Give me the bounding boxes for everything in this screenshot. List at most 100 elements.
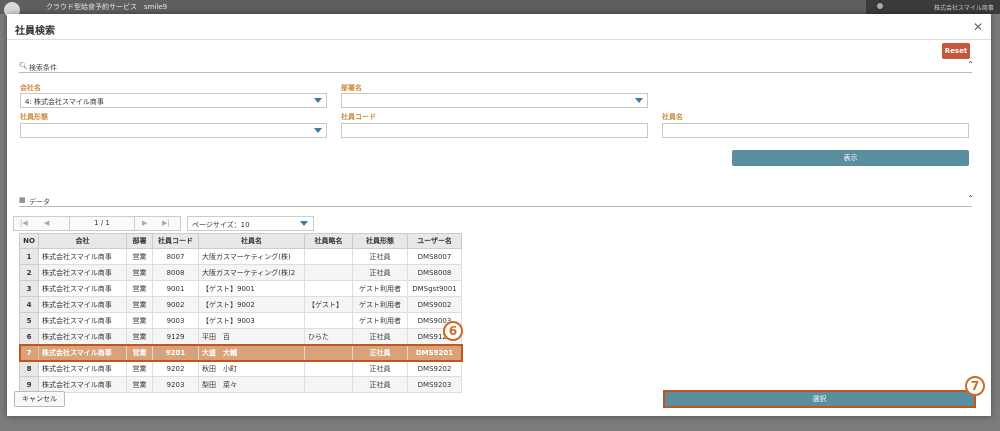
company-cell: 株式会社スマイル商事	[38, 248, 127, 265]
employee-name-cell: 【ゲスト】9002	[198, 296, 305, 313]
company-select[interactable]: 4: 株式会社スマイル商事	[20, 93, 327, 108]
employment-type-cell: 正社員	[352, 376, 408, 393]
department-cell: 営業	[126, 264, 153, 281]
column-header[interactable]: 社員名	[198, 233, 305, 249]
department-cell: 営業	[126, 248, 153, 265]
table-row[interactable]: 2 株式会社スマイル商事 営業 8008 大阪ガスマーケティング(株)2 正社員…	[19, 264, 462, 281]
employment-type-cell: 正社員	[352, 328, 408, 345]
short-name-cell	[304, 344, 353, 361]
table-row[interactable]: 3 株式会社スマイル商事 営業 9001 【ゲスト】9001 ゲスト利用者 DM…	[19, 280, 462, 297]
column-header[interactable]: NO	[19, 233, 39, 249]
step-6-callout: 6	[443, 321, 463, 341]
employee-table: NO 会社 部署 社員コード 社員名 社員略名 社員形態 ユーザー名 1 株式会…	[18, 233, 463, 393]
department-select[interactable]	[341, 93, 648, 108]
row-number: 4	[19, 296, 39, 313]
employee-code-input[interactable]	[341, 123, 648, 138]
column-header[interactable]: 会社	[38, 233, 127, 249]
department-cell: 営業	[126, 344, 153, 361]
username-cell: DMS9201	[407, 344, 462, 361]
employee-name-input[interactable]	[662, 123, 969, 138]
prev-page-icon[interactable]: ◀	[44, 219, 49, 227]
search-section-header[interactable]: 🔍︎ 検索条件 ⌃	[19, 60, 974, 73]
search-section-label: 検索条件	[29, 64, 57, 72]
column-header[interactable]: 社員形態	[352, 233, 408, 249]
employment-type-select[interactable]	[20, 123, 327, 138]
department-cell: 営業	[126, 376, 153, 393]
user-company: 株式会社スマイル商事	[934, 5, 994, 12]
short-name-cell	[304, 280, 353, 297]
page-size-value: ページサイズ：10	[192, 221, 250, 229]
pager: |◀ ◀ 1 / 1 ▶ ▶|	[13, 216, 181, 231]
department-cell: 営業	[126, 312, 153, 329]
row-number: 7	[19, 344, 39, 361]
search-icon: 🔍︎	[19, 62, 28, 70]
short-name-cell: 【ゲスト】	[304, 296, 353, 313]
company-cell: 株式会社スマイル商事	[38, 296, 127, 313]
company-cell: 株式会社スマイル商事	[38, 328, 127, 345]
app-title: クラウド型給食予約サービス smile9	[46, 3, 168, 11]
next-page-icon[interactable]: ▶	[142, 219, 147, 227]
employment-type-label: 社員形態	[20, 113, 48, 121]
table-row[interactable]: 5 株式会社スマイル商事 営業 9003 【ゲスト】9003 ゲスト利用者 DM…	[19, 312, 462, 329]
row-number: 1	[19, 248, 39, 265]
department-cell: 営業	[126, 296, 153, 313]
employee-code-cell: 9203	[152, 376, 199, 393]
employee-code-cell: 8008	[152, 264, 199, 281]
employee-code-cell: 9201	[152, 344, 199, 361]
employee-code-cell: 9003	[152, 312, 199, 329]
page-size-select[interactable]: ページサイズ：10	[187, 216, 314, 231]
column-header[interactable]: 社員コード	[152, 233, 199, 249]
data-section-header[interactable]: ▦ データ ⌃	[19, 194, 974, 207]
column-header[interactable]: 部署	[126, 233, 153, 249]
department-cell: 営業	[126, 280, 153, 297]
employment-type-cell: 正社員	[352, 248, 408, 265]
employee-name-cell: 大阪ガスマーケティング(株)	[198, 248, 305, 265]
company-label: 会社名	[20, 84, 41, 92]
short-name-cell	[304, 360, 353, 377]
employee-name-cell: 平田 百	[198, 328, 305, 345]
company-cell: 株式会社スマイル商事	[38, 312, 127, 329]
username-cell: DMS8008	[407, 264, 462, 281]
table-icon: ▦	[19, 196, 26, 204]
show-button[interactable]: 表示	[732, 150, 969, 166]
table-row[interactable]: 4 株式会社スマイル商事 営業 9002 【ゲスト】9002 【ゲスト】 ゲスト…	[19, 296, 462, 313]
username-cell: DMS9202	[407, 360, 462, 377]
username-cell: DMS9002	[407, 296, 462, 313]
employee-code-cell: 9002	[152, 296, 199, 313]
employee-name-cell: 大阪ガスマーケティング(株)2	[198, 264, 305, 281]
company-cell: 株式会社スマイル商事	[38, 360, 127, 377]
cancel-button[interactable]: キャンセル	[14, 391, 65, 407]
dropdown-caret-icon	[314, 98, 322, 103]
first-page-icon[interactable]: |◀	[20, 219, 28, 227]
employee-name-label: 社員名	[662, 113, 683, 121]
step-7-callout: 7	[965, 376, 985, 396]
company-cell: 株式会社スマイル商事	[38, 344, 127, 361]
dropdown-caret-icon	[635, 98, 643, 103]
dropdown-caret-icon	[314, 128, 322, 133]
table-row[interactable]: 6 株式会社スマイル商事 営業 9129 平田 百 ひらた 正社員 DMS912…	[19, 328, 462, 345]
close-icon[interactable]: ✕	[973, 20, 983, 34]
last-page-icon[interactable]: ▶|	[162, 219, 170, 227]
reset-button[interactable]: Reset	[942, 43, 970, 59]
company-cell: 株式会社スマイル商事	[38, 280, 127, 297]
table-row-selected[interactable]: 7 株式会社スマイル商事 営業 9201 大盛 大輔 正社員 DMS9201	[18, 343, 463, 362]
short-name-cell	[304, 264, 353, 281]
column-header[interactable]: 社員略名	[304, 233, 353, 249]
employee-name-cell: 秋田 小町	[198, 360, 305, 377]
table-row[interactable]: 1 株式会社スマイル商事 営業 8007 大阪ガスマーケティング(株) 正社員 …	[19, 248, 462, 265]
company-select-value: 4: 株式会社スマイル商事	[25, 98, 104, 106]
employment-type-cell: ゲスト利用者	[352, 296, 408, 313]
chevron-up-icon[interactable]: ⌃	[967, 194, 974, 203]
short-name-cell	[304, 248, 353, 265]
employee-code-cell: 9129	[152, 328, 199, 345]
select-button[interactable]: 選択	[663, 390, 976, 408]
table-row[interactable]: 9 株式会社スマイル商事 営業 9203 梨田 菜々 正社員 DMS9203	[19, 376, 462, 393]
short-name-cell: ひらた	[304, 328, 353, 345]
column-header[interactable]: ユーザー名	[407, 233, 462, 249]
row-number: 8	[19, 360, 39, 377]
chevron-up-icon[interactable]: ⌃	[967, 60, 974, 69]
table-row[interactable]: 8 株式会社スマイル商事 営業 9202 秋田 小町 正社員 DMS9202	[19, 360, 462, 377]
employee-search-dialog: 社員検索 ✕ Reset 🔍︎ 検索条件 ⌃ 会社名 4: 株式会社スマイル商事…	[7, 14, 991, 416]
employee-name-cell: 【ゲスト】9003	[198, 312, 305, 329]
user-icon	[877, 3, 883, 9]
